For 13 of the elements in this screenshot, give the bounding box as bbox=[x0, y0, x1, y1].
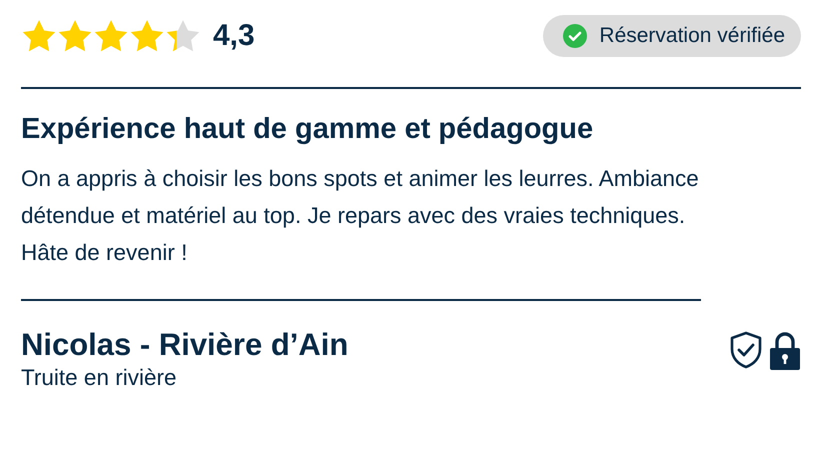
badge-label: Réservation vérifiée bbox=[599, 24, 785, 48]
shield-check-icon bbox=[729, 331, 763, 369]
star-icon bbox=[21, 19, 57, 53]
star-icon bbox=[165, 19, 201, 53]
review-text: On a appris à choisir les bons spots et animer les leurres. Ambiance détendue et matériel au top. Je repars avec des vraies techniques. Hâte de revenir ! bbox=[21, 160, 701, 301]
review-title: Expérience haut de gamme et pédagogue bbox=[21, 113, 594, 146]
star-icon bbox=[57, 19, 93, 53]
lock-icon bbox=[769, 331, 801, 371]
rating-value: 4,3 bbox=[213, 19, 255, 53]
star-icon bbox=[93, 19, 129, 53]
author-name: Nicolas - Rivière d’Ain bbox=[21, 327, 348, 363]
trip-type: Truite en rivière bbox=[21, 365, 178, 391]
star-icon bbox=[129, 19, 165, 53]
